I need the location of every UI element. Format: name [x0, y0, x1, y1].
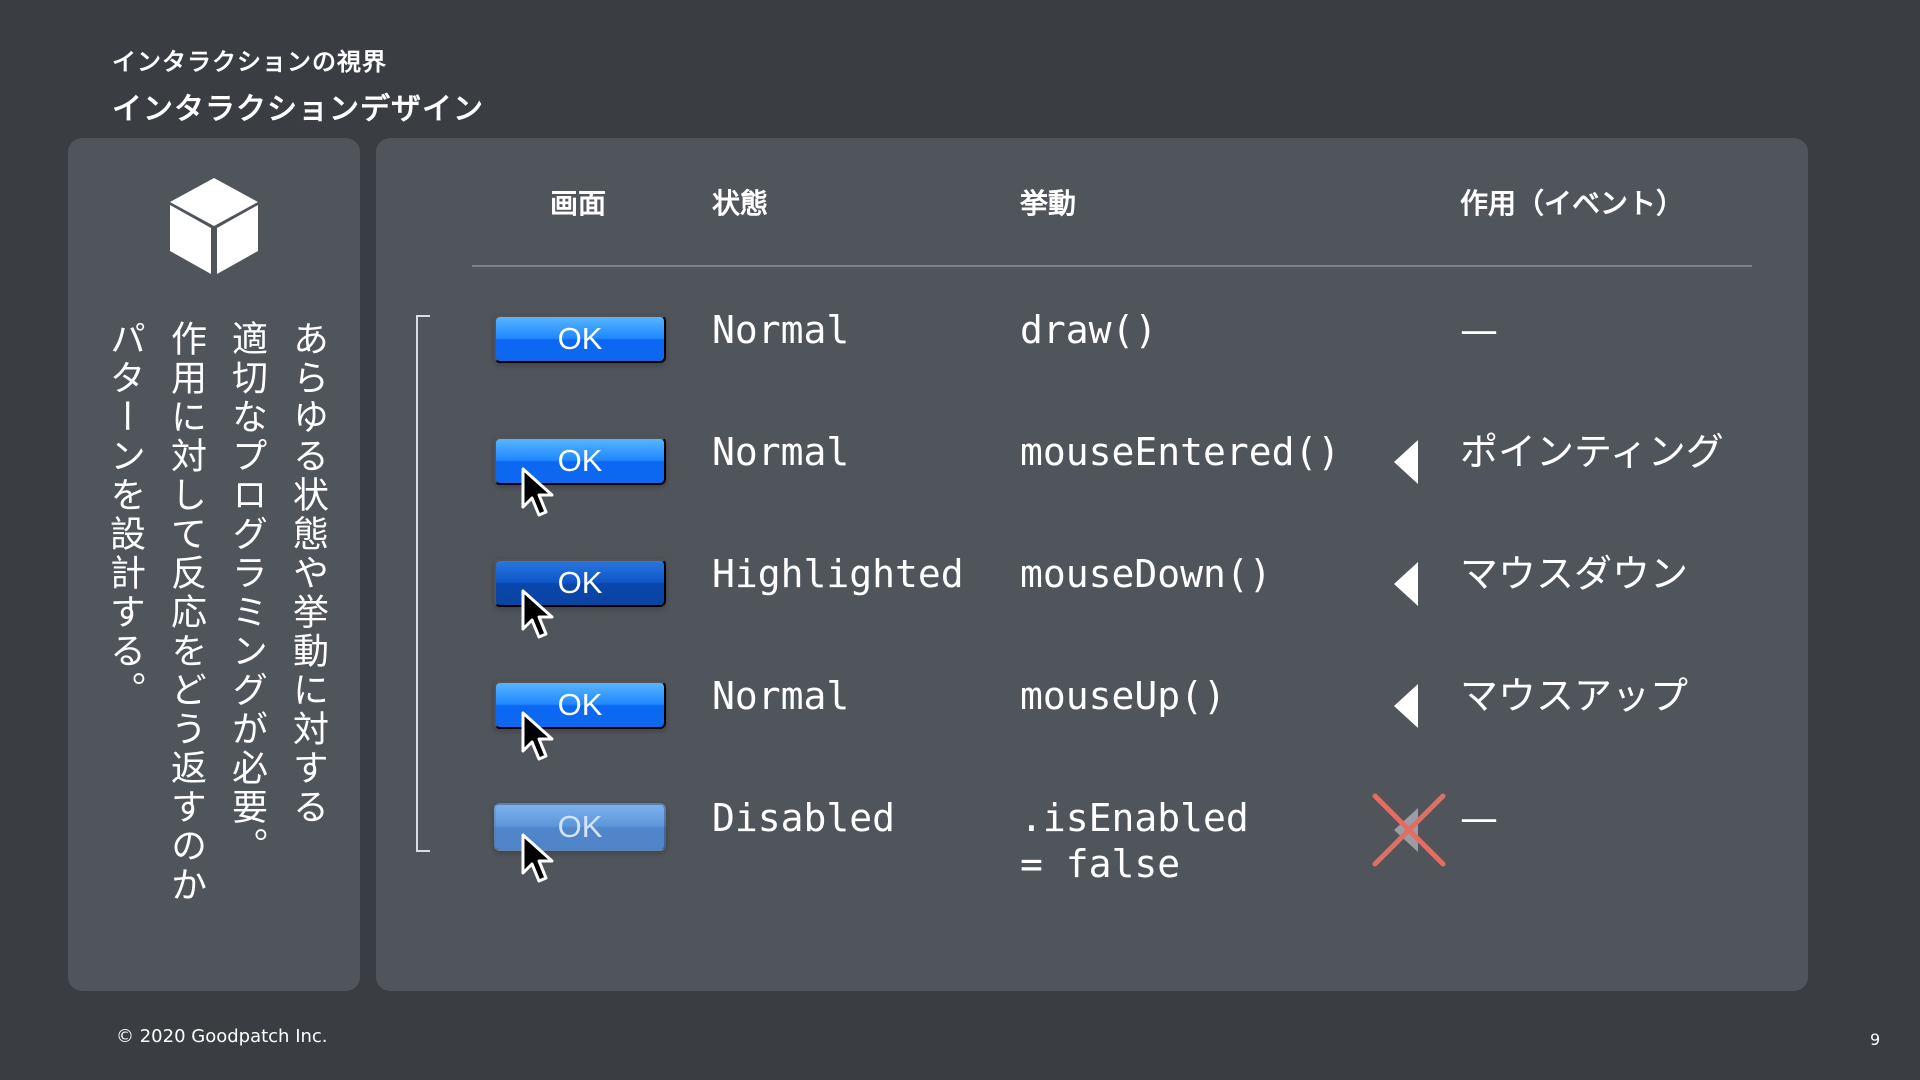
- table-row-mouse-down: OK Highlighted mouseDown() マウスダウン: [376, 552, 1808, 639]
- state-cell: Normal: [712, 674, 850, 718]
- header-event: 作用（イベント）: [1460, 187, 1685, 220]
- page-title: インタラクションデザイン: [112, 92, 484, 127]
- behavior-line-1: .isEnabled: [1020, 796, 1249, 840]
- header-divider: [472, 265, 1752, 267]
- table-row-disabled: OK Disabled .isEnabled = false —: [376, 793, 1808, 886]
- cube-icon: [170, 178, 258, 274]
- ok-button-hover[interactable]: OK: [494, 437, 666, 485]
- description-line-4: パターンを設計する。: [104, 320, 145, 710]
- ok-button-released[interactable]: OK: [494, 681, 666, 729]
- behavior-cell: mouseUp(): [1020, 674, 1226, 718]
- mouse-pointer-icon: [521, 711, 554, 761]
- ok-button-highlighted[interactable]: OK: [494, 559, 666, 607]
- event-cell: マウスダウン: [1460, 552, 1689, 596]
- state-cell: Normal: [712, 430, 850, 474]
- left-triangle-icon: [1394, 562, 1418, 606]
- page-number: 9: [1870, 1030, 1881, 1049]
- behavior-cell: mouseEntered(): [1020, 430, 1341, 474]
- mouse-pointer-icon: [521, 589, 554, 639]
- concept-panel: あらゆる状態や挙動に対する 適切なプログラミングが必要。 作用に対して反応をどう…: [68, 138, 360, 991]
- section-eyebrow: インタラクションの視界: [112, 48, 387, 76]
- description-line-2: 適切なプログラミングが必要。: [226, 320, 267, 866]
- header-behavior: 挙動: [1020, 187, 1077, 220]
- state-cell: Disabled: [712, 796, 896, 840]
- event-cell: マウスアップ: [1460, 674, 1689, 718]
- state-cell: Normal: [712, 308, 850, 352]
- table-row-draw: OK Normal draw() —: [376, 308, 1808, 395]
- behavior-line-2: = false: [1020, 842, 1181, 886]
- description-line-3: 作用に対して反応をどう返すのか: [165, 320, 206, 905]
- ok-button-normal[interactable]: OK: [494, 315, 666, 363]
- ok-button-disabled[interactable]: OK: [494, 803, 666, 851]
- left-triangle-icon: [1394, 684, 1418, 728]
- state-cell: Highlighted: [712, 552, 964, 596]
- left-triangle-icon: [1394, 440, 1418, 484]
- vertical-description: あらゆる状態や挙動に対する 適切なプログラミングが必要。 作用に対して反応をどう…: [94, 320, 338, 940]
- behavior-cell: mouseDown(): [1020, 552, 1272, 596]
- event-cell: —: [1460, 308, 1498, 352]
- event-cell: —: [1460, 796, 1498, 840]
- table-row-mouse-up: OK Normal mouseUp() マウスアップ: [376, 674, 1808, 761]
- footer-copyright: © 2020 Goodpatch Inc.: [116, 1026, 328, 1047]
- blocked-cross-icon: [1372, 793, 1446, 867]
- description-line-1: あらゆる状態や挙動に対する: [287, 320, 328, 827]
- mouse-pointer-icon: [521, 467, 554, 517]
- event-cell: ポインティング: [1460, 430, 1724, 474]
- mouse-pointer-icon: [521, 833, 554, 883]
- header-screen: 画面: [550, 187, 607, 220]
- behavior-cell: .isEnabled = false: [1020, 795, 1249, 887]
- table-row-mouse-entered: OK Normal mouseEntered() ポインティング: [376, 430, 1808, 517]
- behavior-cell: draw(): [1020, 308, 1158, 352]
- header-state: 状態: [712, 187, 769, 220]
- interaction-table: 画面 状態 挙動 作用（イベント） OK Normal draw() — OK …: [376, 138, 1808, 991]
